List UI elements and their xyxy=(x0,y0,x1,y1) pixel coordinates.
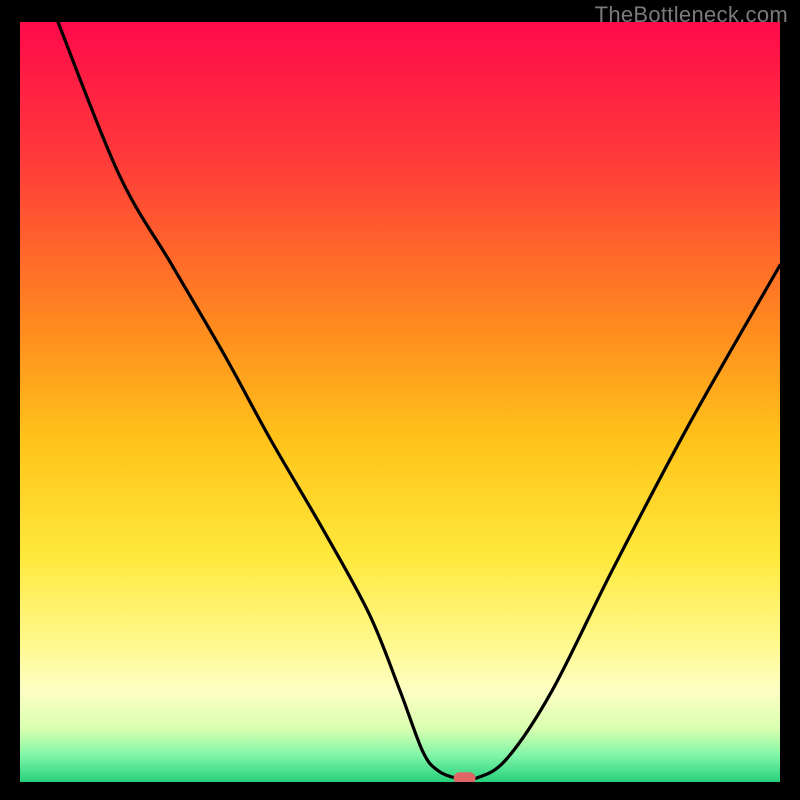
optimum-marker xyxy=(454,772,476,782)
chart-svg xyxy=(20,22,780,782)
watermark-text: TheBottleneck.com xyxy=(595,2,788,28)
gradient-background xyxy=(20,22,780,782)
plot-area xyxy=(20,22,780,782)
chart-frame: TheBottleneck.com xyxy=(0,0,800,800)
